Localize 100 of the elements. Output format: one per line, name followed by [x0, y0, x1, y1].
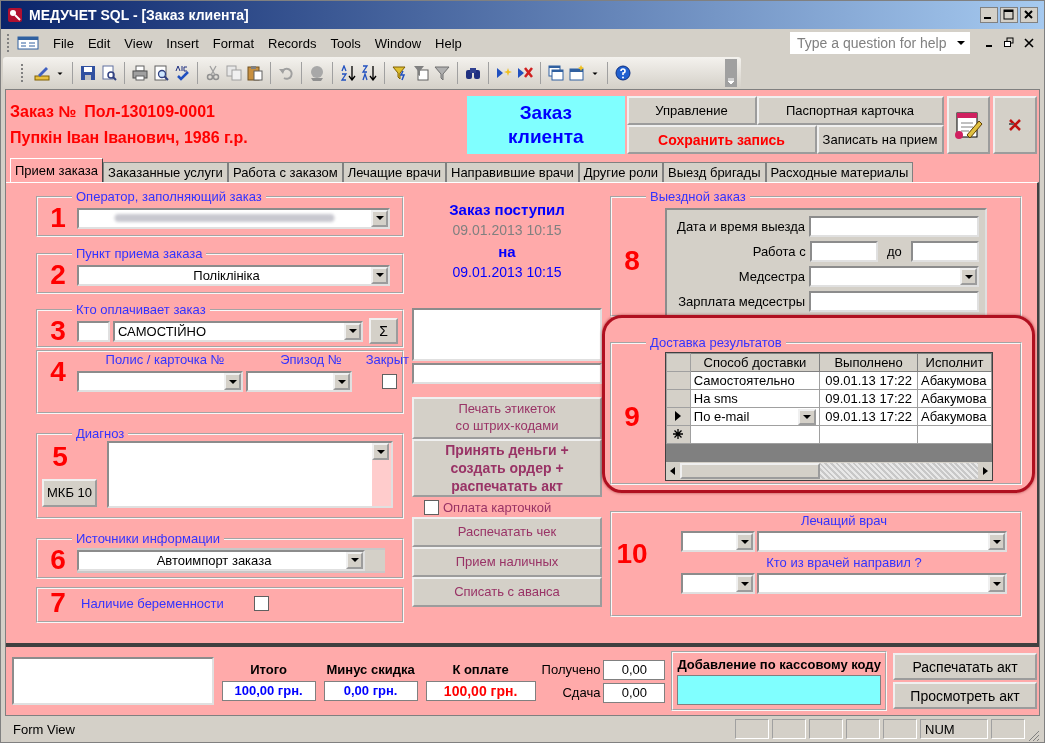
sort-descending-icon[interactable] [361, 65, 377, 81]
binoculars-icon[interactable] [465, 65, 481, 81]
text-field[interactable] [809, 291, 979, 312]
dropdown-button[interactable] [988, 533, 1005, 550]
new-object-icon[interactable] [569, 65, 585, 81]
action-button[interactable]: Распечатать чек [412, 517, 602, 547]
text-field[interactable] [12, 657, 214, 705]
dropdown-field[interactable] [757, 573, 1007, 594]
change-field[interactable]: 0,00 [603, 682, 666, 703]
text-field[interactable] [911, 241, 979, 262]
menu-item[interactable]: Insert [160, 33, 205, 53]
dropdown-field[interactable]: САМОСТІЙНО [113, 320, 363, 342]
action-button[interactable]: Прием наличных [412, 547, 602, 577]
checkbox[interactable] [424, 499, 439, 515]
checkbox[interactable] [382, 374, 397, 389]
dropdown-button[interactable] [344, 322, 361, 340]
dropdown-button[interactable] [372, 443, 389, 460]
spelling-check-icon[interactable] [174, 65, 190, 81]
printer-icon[interactable] [132, 65, 148, 81]
dropdown-button[interactable] [960, 268, 977, 285]
sum-button[interactable]: Σ [369, 318, 398, 344]
notes-field[interactable] [412, 308, 602, 361]
report-button[interactable]: Распечатать акт [893, 653, 1037, 680]
menu-item[interactable]: Window [368, 33, 428, 53]
toolbar-options-icon[interactable] [725, 59, 737, 87]
dropdown-button[interactable] [346, 551, 363, 569]
dropdown-button[interactable] [371, 209, 388, 227]
help-icon[interactable] [615, 65, 631, 81]
tab[interactable]: Заказанные услуги [103, 162, 228, 182]
minimize-icon[interactable] [980, 7, 998, 23]
help-search-field[interactable]: Type a question for help [790, 32, 970, 54]
header-button[interactable]: Паспортная карточка [756, 96, 944, 125]
menu-item[interactable]: Format [206, 33, 260, 53]
tab[interactable]: Расходные материалы [765, 162, 914, 182]
dropdown-field[interactable] [77, 207, 390, 229]
tab[interactable]: Работа с заказом [227, 162, 343, 182]
file-search-icon[interactable] [101, 65, 117, 81]
menu-item[interactable]: Help [429, 33, 468, 53]
text-field[interactable] [412, 363, 602, 384]
status-pane [809, 719, 843, 739]
dropdown-field[interactable]: По e-mail [693, 408, 817, 425]
maximize-icon[interactable] [1000, 7, 1018, 23]
tab[interactable]: Выезд бригады [663, 162, 766, 182]
dropdown-field[interactable]: Автоимпорт заказа [77, 549, 365, 571]
menu-item[interactable]: Edit [81, 33, 117, 53]
menu-item[interactable]: File [47, 33, 80, 53]
action-button[interactable]: Списать с аванса [412, 577, 602, 607]
menu-item[interactable]: Tools [324, 33, 367, 53]
close-form-button[interactable] [993, 96, 1037, 154]
header-button[interactable]: Записать на прием [816, 125, 944, 154]
text-field[interactable] [809, 216, 979, 237]
form-icon[interactable] [17, 35, 39, 51]
scissors-icon[interactable] [205, 65, 221, 81]
close-icon[interactable] [1020, 7, 1038, 23]
report-button[interactable]: Просмотреть акт [893, 682, 1037, 709]
dropdown-button[interactable] [224, 373, 241, 390]
horizontal-scrollbar[interactable] [666, 462, 992, 480]
cash-code-field[interactable] [677, 675, 881, 705]
dropdown-field[interactable] [809, 266, 979, 287]
checkbox[interactable] [254, 595, 269, 611]
windows-icon[interactable] [548, 65, 564, 81]
tab[interactable]: Другие роли [578, 162, 664, 182]
print-preview-icon[interactable] [153, 65, 169, 81]
text-field[interactable] [809, 241, 878, 262]
delete-record-icon[interactable] [517, 65, 533, 81]
menu-item[interactable]: View [118, 33, 159, 53]
save-icon[interactable] [80, 65, 96, 81]
new-record-icon[interactable] [496, 65, 512, 81]
received-field[interactable]: 0,00 [603, 659, 666, 680]
diagnosis-field[interactable] [107, 441, 393, 508]
menu-item[interactable]: Records [262, 33, 323, 53]
dropdown-button[interactable] [371, 266, 388, 284]
tab[interactable]: Лечащие врачи [342, 162, 446, 182]
sort-ascending-icon[interactable] [340, 65, 356, 81]
dropdown-button[interactable] [736, 533, 753, 550]
dropdown-field[interactable] [681, 573, 755, 594]
funnel-icon[interactable] [434, 65, 450, 81]
dropdown-field[interactable] [757, 531, 1007, 552]
header-button[interactable]: Управление [626, 96, 757, 125]
print-labels-button[interactable]: Печать этикеток со штрих-кодами [412, 397, 602, 439]
close-icon[interactable] [1023, 37, 1035, 49]
text-field[interactable] [77, 320, 110, 342]
dropdown-field[interactable] [77, 371, 243, 392]
dropdown-button[interactable] [988, 575, 1005, 592]
dropdown-button[interactable] [798, 408, 817, 425]
filter-form-icon[interactable] [413, 65, 429, 81]
dropdown-button[interactable] [333, 373, 350, 390]
notebook-button[interactable] [946, 96, 991, 154]
accept-money-button[interactable]: Принять деньги + создать ордер + распечатать акт [412, 439, 602, 497]
tab[interactable]: Прием заказа [10, 158, 104, 182]
dropdown-field[interactable]: Поліклініка [77, 264, 390, 286]
icd-button[interactable]: МКБ 10 [42, 478, 97, 507]
ruler-pencil-icon[interactable] [34, 65, 50, 81]
restore-icon[interactable] [1003, 37, 1015, 49]
dropdown-button[interactable] [736, 575, 753, 592]
dropdown-field[interactable] [246, 371, 352, 392]
dropdown-field[interactable] [681, 531, 755, 552]
paste-icon[interactable] [247, 65, 263, 81]
filter-lightning-icon[interactable] [392, 65, 408, 81]
tab[interactable]: Направившие врачи [446, 162, 579, 182]
